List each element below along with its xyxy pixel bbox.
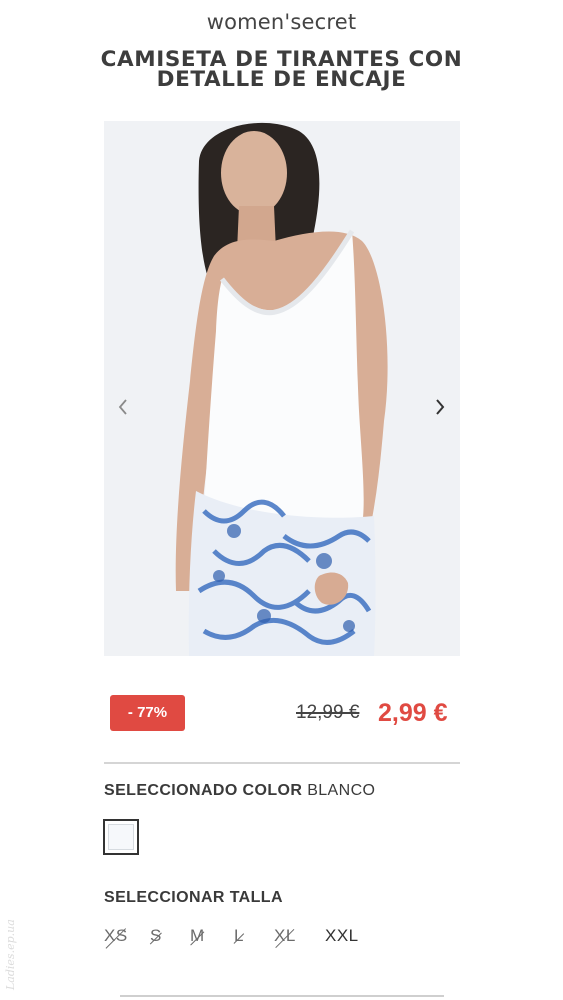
brand-logo[interactable]: women'secret (0, 10, 563, 34)
color-selection-label: SELECCIONADO COLOR BLANCO (104, 782, 375, 800)
gallery-next-button[interactable] (428, 393, 452, 421)
product-photo (104, 121, 460, 656)
color-label-text: SELECCIONADO COLOR (104, 782, 303, 799)
bottom-edge-bar (120, 995, 444, 997)
chevron-left-icon (118, 399, 127, 415)
size-option-xl[interactable]: XL (274, 926, 296, 949)
gallery-prev-button[interactable] (111, 393, 135, 421)
original-price: 12,99 € (296, 702, 360, 723)
product-image-gallery[interactable] (104, 121, 460, 656)
size-option-xs[interactable]: XS (104, 926, 128, 949)
color-swatch-white[interactable] (103, 819, 139, 855)
size-option-m[interactable]: M (190, 926, 205, 946)
sale-price: 2,99 € (378, 699, 448, 727)
section-divider (104, 762, 460, 764)
selected-color-value: BLANCO (307, 782, 376, 799)
size-selection-label: SELECCIONAR TALLA (104, 889, 283, 906)
size-option-s[interactable]: S (149, 926, 163, 946)
watermark: Ladies.ep.ua (4, 919, 17, 990)
size-option-xxl[interactable]: XXL (325, 926, 359, 946)
size-option-l[interactable]: L (233, 926, 245, 946)
product-title: CAMISETA DE TIRANTES CON DETALLE DE ENCA… (100, 47, 463, 92)
chevron-right-icon (436, 399, 445, 415)
discount-badge: - 77% (110, 695, 185, 731)
